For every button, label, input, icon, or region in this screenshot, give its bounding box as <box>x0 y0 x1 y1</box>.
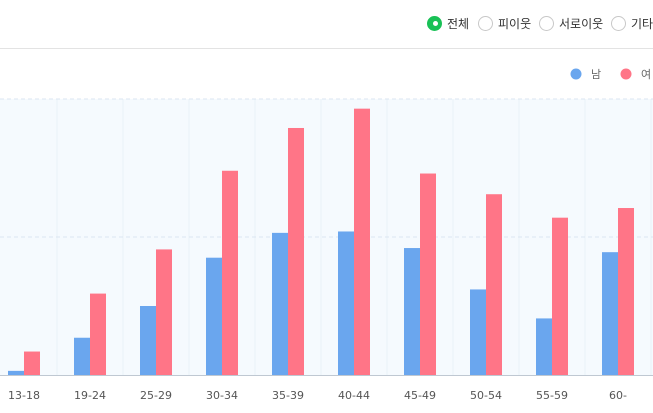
radio-mutual-neighbor-label: 서로이웃 <box>559 16 604 31</box>
x-tick-label: 60- <box>609 389 627 402</box>
x-tick-label: 35-39 <box>272 389 304 402</box>
legend-male-marker <box>570 68 582 80</box>
radio-etc-label: 기타 <box>631 16 653 31</box>
x-tick-label: 40-44 <box>338 389 370 402</box>
radio-mutual-neighbor[interactable]: 서로이웃 <box>539 13 603 33</box>
bar-male-55-59 <box>536 318 552 375</box>
bar-female-60- <box>618 208 634 375</box>
radio-all[interactable]: 전체 <box>427 13 469 33</box>
x-tick-label: 45-49 <box>404 389 436 402</box>
bar-female-13-18 <box>24 351 40 375</box>
radio-all-indicator[interactable] <box>427 15 442 31</box>
radio-all-label: 전체 <box>447 16 470 31</box>
bar-male-60- <box>602 252 618 375</box>
radio-neighbor-label: 피이웃 <box>498 16 532 31</box>
legend-female-label: 여 <box>641 68 651 81</box>
radio-etc-indicator[interactable] <box>611 15 626 31</box>
radio-neighbor-indicator[interactable] <box>478 15 493 31</box>
radio-etc[interactable]: 기타 <box>611 13 653 33</box>
bar-male-40-44 <box>338 231 354 375</box>
x-tick-label: 19-24 <box>74 389 106 402</box>
bar-male-30-34 <box>206 257 222 375</box>
bar-male-50-54 <box>470 289 486 375</box>
legend-female-marker <box>620 68 632 80</box>
bar-female-25-29 <box>156 249 172 375</box>
age-gender-bar-chart: 13-18 19-24 25-29 30-34 35-39 40-44 45-49 50-54… <box>0 68 653 402</box>
bar-male-13-18 <box>8 370 24 375</box>
radio-mutual-neighbor-indicator[interactable] <box>539 15 554 31</box>
x-tick-label: 30-34 <box>206 389 238 402</box>
bar-female-45-49 <box>420 173 436 375</box>
x-tick-label: 50-54 <box>470 389 502 402</box>
bar-female-55-59 <box>552 217 568 375</box>
x-tick-label: 25-29 <box>140 389 172 402</box>
visitor-filter-bar: 전체 피이웃 서로이웃 기타 <box>0 0 653 49</box>
bar-male-19-24 <box>74 337 90 375</box>
x-tick-label: 55-59 <box>536 389 568 402</box>
bar-female-30-34 <box>222 170 238 375</box>
bar-male-45-49 <box>404 248 420 375</box>
bar-female-19-24 <box>90 293 106 375</box>
bar-male-35-39 <box>272 232 288 375</box>
bar-female-50-54 <box>486 194 502 375</box>
bar-female-40-44 <box>354 108 370 375</box>
x-tick-label: 13-18 <box>8 389 40 402</box>
radio-neighbor[interactable]: 피이웃 <box>478 13 531 33</box>
bar-female-35-39 <box>288 127 304 375</box>
legend-male-label: 남 <box>591 68 601 81</box>
bar-male-25-29 <box>140 306 156 375</box>
